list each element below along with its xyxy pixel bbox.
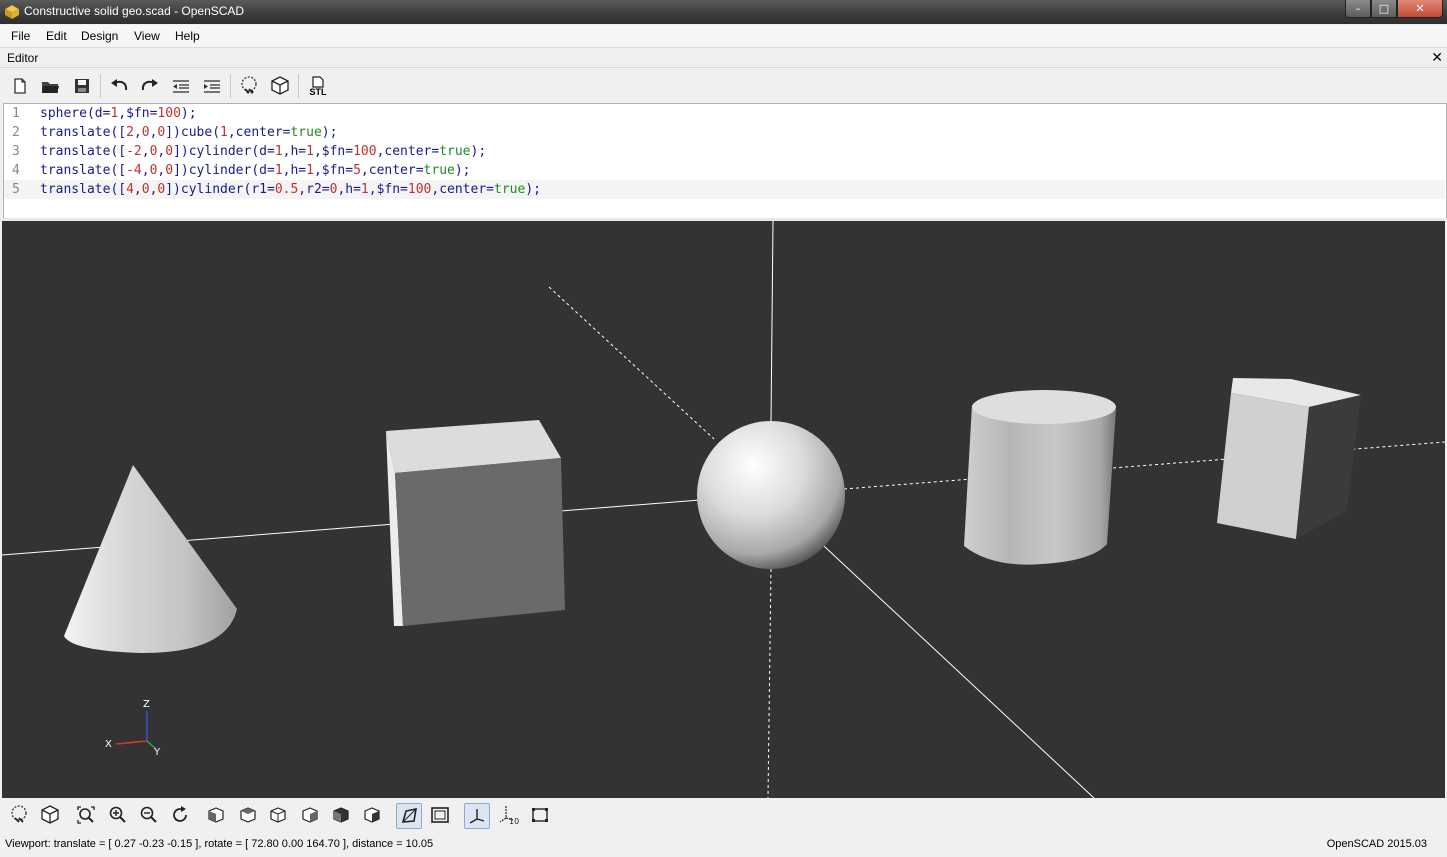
- line-number: 1: [12, 106, 20, 121]
- render-icon[interactable]: [268, 74, 292, 98]
- view-front-icon[interactable]: [329, 803, 353, 827]
- maximize-button[interactable]: □: [1371, 0, 1397, 18]
- sphere-object: [697, 421, 845, 569]
- code-text: sphere(d=1,$fn=100);: [40, 106, 197, 121]
- code-line[interactable]: 1 sphere(d=1,$fn=100);: [4, 104, 1445, 123]
- code-text: translate([-4,0,0])cylinder(d=1,h=1,$fn=…: [40, 163, 471, 178]
- 3d-viewport[interactable]: Z X Y: [2, 221, 1445, 798]
- code-line-current[interactable]: 5 translate([4,0,0])cylinder(r1=0.5,r2=0…: [4, 180, 1445, 199]
- orthogonal-icon[interactable]: [428, 803, 452, 827]
- redo-icon[interactable]: [138, 74, 162, 98]
- line-number: 3: [12, 144, 20, 159]
- show-axes-icon[interactable]: [464, 803, 490, 829]
- save-icon[interactable]: [70, 74, 94, 98]
- undo-icon[interactable]: [107, 74, 131, 98]
- line-number: 5: [12, 182, 20, 197]
- menu-bar: File Edit Design View Help: [0, 25, 1447, 48]
- viewport-preview-icon[interactable]: [7, 803, 31, 827]
- viewport-toolbar: 10: [0, 799, 1447, 833]
- view-right-icon[interactable]: [204, 803, 228, 827]
- pentagonal-prism-object: [1217, 378, 1361, 539]
- scale-label: 10: [509, 817, 519, 826]
- view-left-icon[interactable]: [298, 803, 322, 827]
- perspective-icon[interactable]: [396, 803, 422, 829]
- unindent-icon[interactable]: [169, 74, 193, 98]
- code-line[interactable]: 4 translate([-4,0,0])cylinder(d=1,h=1,$f…: [4, 161, 1445, 180]
- show-scale-markers-icon[interactable]: 10: [497, 803, 521, 827]
- line-number: 4: [12, 163, 20, 178]
- zoom-in-icon[interactable]: [106, 803, 130, 827]
- cylinder-object: [964, 390, 1116, 565]
- open-file-icon[interactable]: [38, 74, 62, 98]
- editor-dock-header: Editor ✕: [0, 48, 1447, 68]
- window-controls: – □ ✕: [1345, 0, 1443, 18]
- show-edges-icon[interactable]: [528, 803, 552, 827]
- menu-help[interactable]: Help: [173, 29, 202, 43]
- line-number: 2: [12, 125, 20, 140]
- editor-toolbar: STL: [0, 68, 1447, 102]
- export-stl-icon[interactable]: STL: [305, 74, 331, 98]
- view-bottom-icon[interactable]: [266, 803, 290, 827]
- stl-label: STL: [309, 86, 327, 97]
- code-line[interactable]: 2 translate([2,0,0])cube(1,center=true);: [4, 123, 1445, 142]
- axis-x-label: X: [105, 739, 112, 750]
- title-bar: Constructive solid geo.scad - OpenSCAD –…: [0, 0, 1447, 24]
- minimize-button[interactable]: –: [1345, 0, 1371, 18]
- code-line[interactable]: 3 translate([-2,0,0])cylinder(d=1,h=1,$f…: [4, 142, 1445, 161]
- version-label: OpenSCAD 2015.03: [1326, 838, 1427, 850]
- zoom-out-icon[interactable]: [137, 803, 161, 827]
- view-back-icon[interactable]: [360, 803, 384, 827]
- toolbar-separator: [100, 74, 101, 98]
- editor-close-icon[interactable]: ✕: [1431, 49, 1443, 66]
- axis-y-label: Y: [153, 747, 161, 758]
- viewport-status: Viewport: translate = [ 0.27 -0.23 -0.15…: [5, 838, 434, 850]
- menu-file[interactable]: File: [9, 29, 32, 43]
- editor-title: Editor: [7, 51, 39, 65]
- viewport-render-icon[interactable]: [38, 803, 62, 827]
- indent-icon[interactable]: [200, 74, 224, 98]
- close-button[interactable]: ✕: [1397, 0, 1443, 18]
- toolbar-separator: [298, 74, 299, 98]
- cone-object: [64, 465, 237, 653]
- view-top-icon[interactable]: [236, 803, 260, 827]
- window-title: Constructive solid geo.scad - OpenSCAD: [24, 4, 245, 18]
- view-all-icon[interactable]: [74, 803, 98, 827]
- axis-indicator: Z X Y: [105, 699, 161, 758]
- cube-object: [386, 420, 565, 626]
- openscad-logo-icon: [4, 4, 20, 19]
- preview-icon[interactable]: [237, 74, 261, 98]
- code-text: translate([-2,0,0])cylinder(d=1,h=1,$fn=…: [40, 144, 487, 159]
- status-bar: Viewport: translate = [ 0.27 -0.23 -0.15…: [0, 834, 1447, 857]
- scene-render: Z X Y: [2, 221, 1445, 798]
- menu-edit[interactable]: Edit: [44, 29, 69, 43]
- toolbar-separator: [230, 74, 231, 98]
- code-text: translate([4,0,0])cylinder(r1=0.5,r2=0,h…: [40, 182, 541, 197]
- new-file-icon[interactable]: [8, 74, 32, 98]
- menu-design[interactable]: Design: [79, 29, 120, 43]
- reset-view-icon[interactable]: [168, 803, 192, 827]
- menu-view[interactable]: View: [132, 29, 162, 43]
- code-editor[interactable]: 1 sphere(d=1,$fn=100); 2 translate([2,0,…: [3, 103, 1447, 219]
- code-text: translate([2,0,0])cube(1,center=true);: [40, 125, 338, 140]
- axis-z-label: Z: [143, 699, 150, 710]
